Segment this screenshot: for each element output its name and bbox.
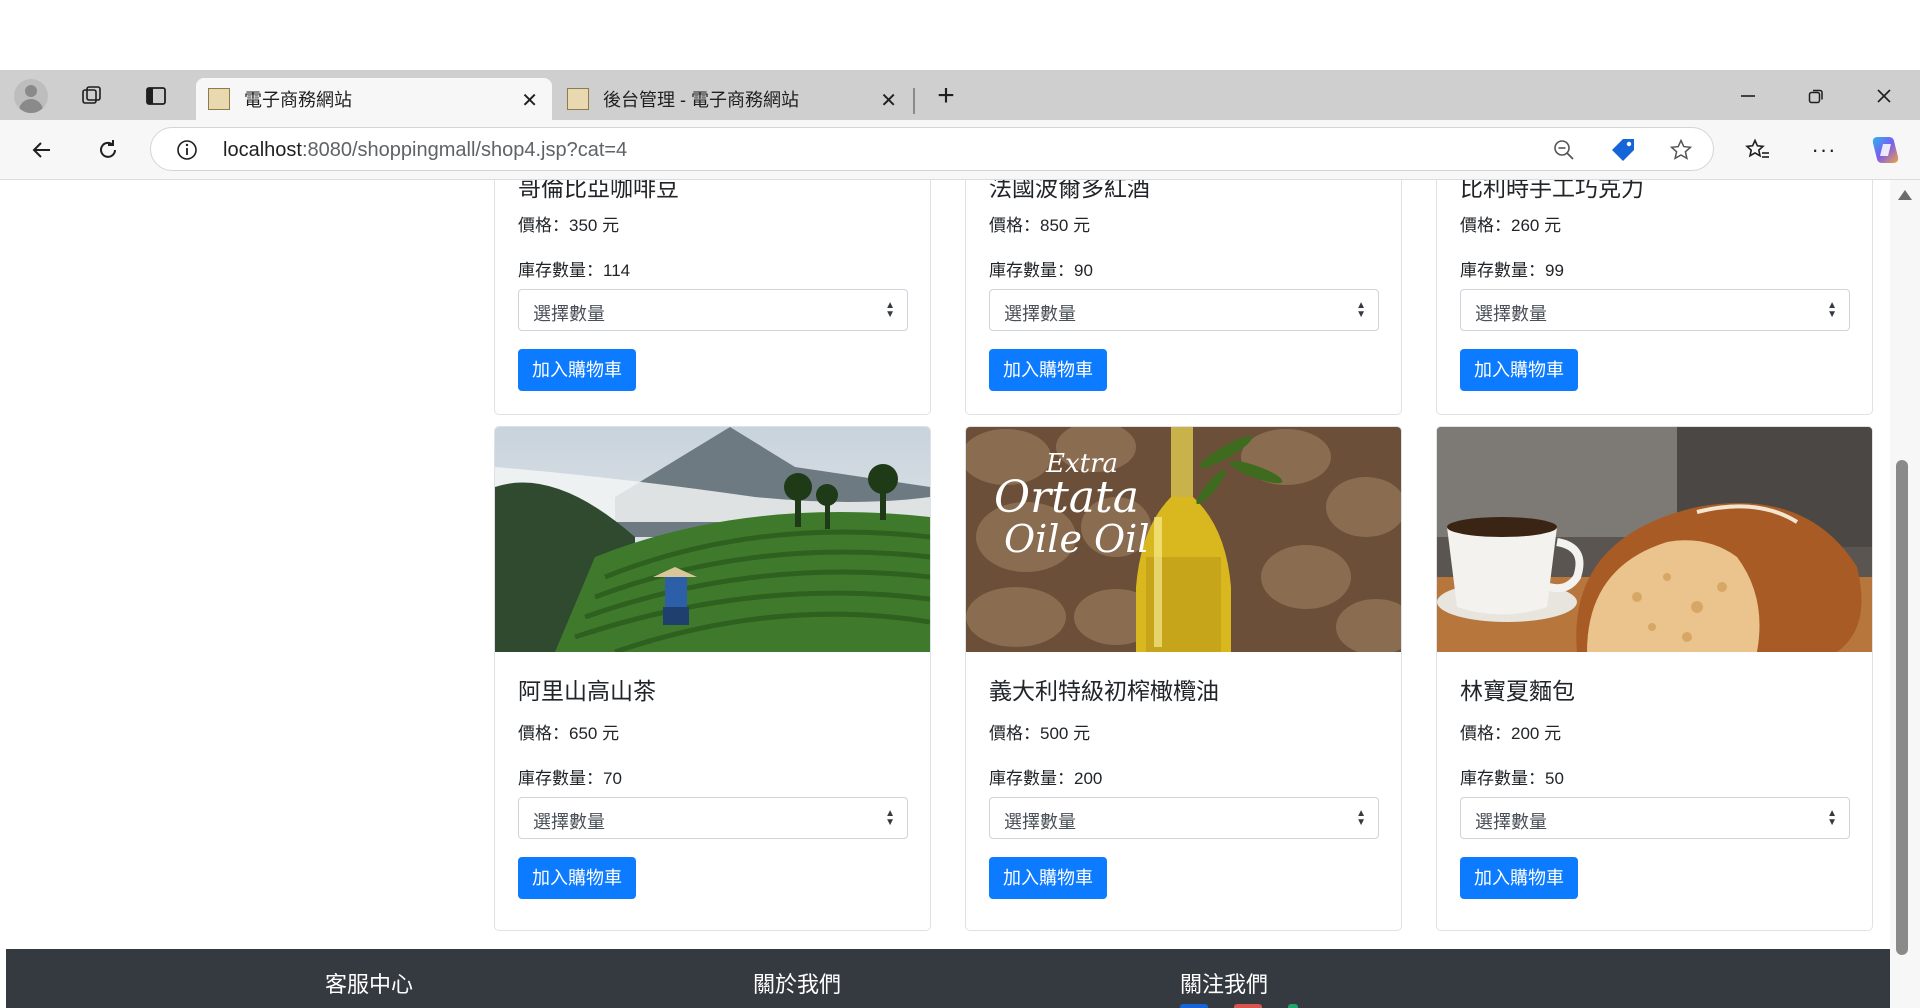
new-tab-icon[interactable]: + (930, 79, 962, 112)
back-icon[interactable] (26, 134, 58, 166)
screen-top-margin (0, 0, 1920, 70)
copilot-icon[interactable] (1868, 132, 1904, 168)
quantity-select[interactable]: 選擇數量 ▲ ▼ (989, 289, 1379, 331)
bread-coffee-image (1437, 427, 1872, 652)
product-price: 價格：650 元 (518, 724, 620, 743)
profile-icon[interactable] (14, 79, 48, 113)
scroll-up-arrow-icon[interactable] (1898, 190, 1912, 200)
olive-oil-label-text-3: Oile Oil (1004, 517, 1150, 561)
restore-icon[interactable] (1800, 80, 1832, 112)
workspaces-icon[interactable] (78, 82, 106, 110)
favorite-star-icon[interactable] (1667, 136, 1695, 164)
add-to-cart-button[interactable]: 加入購物車 (989, 349, 1107, 391)
facebook-icon[interactable] (1180, 1004, 1208, 1008)
tea-plantation-image (495, 427, 930, 652)
select-arrows-icon: ▲ ▼ (885, 300, 895, 320)
product-stock: 庫存數量：70 (518, 769, 622, 788)
browser-toolbar: localhost:8080/shoppingmall/shop4.jsp?ca… (0, 120, 1920, 180)
select-arrows-icon: ▲ ▼ (885, 808, 895, 828)
add-to-cart-button[interactable]: 加入購物車 (989, 857, 1107, 899)
shopping-tag-icon[interactable] (1609, 136, 1637, 164)
url-text: localhost:8080/shoppingmall/shop4.jsp?ca… (223, 139, 628, 161)
close-tab-icon[interactable]: ✕ (880, 88, 897, 113)
product-stock: 庫存數量：99 (1460, 261, 1564, 280)
product-price: 價格：200 元 (1460, 724, 1562, 743)
tab-title: 後台管理 - 電子商務網站 (603, 90, 799, 110)
product-card-top-1: 哥倫比亞咖啡豆 價格：350 元 庫存數量：114 選擇數量 ▲ ▼ 加入購物車 (494, 180, 931, 415)
olive-oil-image: Extra Ortata Oile Oil (966, 427, 1401, 652)
quantity-select[interactable]: 選擇數量 ▲ ▼ (1460, 289, 1850, 331)
product-card-olive-oil: Extra Ortata Oile Oil 義大利特級初榨橄欖油 價格：500 … (965, 426, 1402, 931)
product-card-tea: 阿里山高山茶 價格：650 元 庫存數量：70 選擇數量 ▲ ▼ 加入購物車 (494, 426, 931, 931)
add-to-cart-button[interactable]: 加入購物車 (1460, 857, 1578, 899)
select-arrows-icon: ▲ ▼ (1356, 808, 1366, 828)
product-stock: 庫存數量：200 (989, 769, 1103, 788)
product-price: 價格：260 元 (1460, 216, 1562, 235)
refresh-icon[interactable] (92, 134, 124, 166)
page-scrollbar[interactable] (1890, 180, 1920, 1008)
olive-oil-label-text-2: Ortata (994, 472, 1139, 523)
product-stock: 庫存數量：50 (1460, 769, 1564, 788)
quantity-select[interactable]: 選擇數量 ▲ ▼ (989, 797, 1379, 839)
address-bar[interactable]: localhost:8080/shoppingmall/shop4.jsp?ca… (150, 127, 1714, 171)
site-footer: 客服中心 關於我們 關注我們 (6, 949, 1890, 1008)
site-favicon-icon (567, 88, 589, 110)
product-name: 法國波爾多紅酒 (989, 180, 1150, 201)
tab-actions-icon[interactable] (142, 82, 170, 110)
add-to-cart-button[interactable]: 加入購物車 (518, 349, 636, 391)
product-name: 哥倫比亞咖啡豆 (518, 180, 679, 201)
product-name: 林寶夏麵包 (1460, 678, 1575, 704)
instagram-icon[interactable] (1234, 1004, 1262, 1008)
select-arrows-icon: ▲ ▼ (1356, 300, 1366, 320)
product-card-top-2: 法國波爾多紅酒 價格：850 元 庫存數量：90 選擇數量 ▲ ▼ 加入購物車 (965, 180, 1402, 415)
page-viewport: 哥倫比亞咖啡豆 價格：350 元 庫存數量：114 選擇數量 ▲ ▼ 加入購物車 法… (6, 180, 1890, 1008)
product-name: 比利時手工巧克力 (1460, 180, 1644, 201)
select-arrows-icon: ▲ ▼ (1827, 808, 1837, 828)
add-to-cart-button[interactable]: 加入購物車 (1460, 349, 1578, 391)
favorites-icon[interactable] (1742, 134, 1774, 166)
close-tab-icon[interactable]: ✕ (521, 88, 538, 113)
product-stock: 庫存數量：90 (989, 261, 1093, 280)
product-name: 義大利特級初榨橄欖油 (989, 678, 1219, 704)
product-name: 阿里山高山茶 (518, 678, 656, 704)
more-icon[interactable]: ··· (1808, 134, 1840, 166)
browser-tab-strip: 電子商務網站 ✕ 後台管理 - 電子商務網站 ✕ + (0, 70, 1920, 120)
minimize-icon[interactable] (1732, 80, 1764, 112)
footer-heading-follow: 關注我們 (1180, 972, 1269, 997)
scrollbar-thumb[interactable] (1896, 460, 1908, 955)
tab-admin[interactable]: 後台管理 - 電子商務網站 ✕ (555, 78, 911, 120)
line-icon[interactable] (1288, 1004, 1298, 1008)
tab-divider (913, 88, 915, 114)
product-price: 價格：350 元 (518, 216, 620, 235)
tab-shop[interactable]: 電子商務網站 ✕ (196, 78, 552, 120)
site-info-icon[interactable] (175, 138, 199, 162)
tab-title: 電子商務網站 (244, 90, 352, 110)
footer-heading-service: 客服中心 (325, 972, 414, 997)
product-price: 價格：500 元 (989, 724, 1091, 743)
quantity-select[interactable]: 選擇數量 ▲ ▼ (1460, 797, 1850, 839)
product-card-bread: 林寶夏麵包 價格：200 元 庫存數量：50 選擇數量 ▲ ▼ 加入購物車 (1436, 426, 1873, 931)
quantity-select[interactable]: 選擇數量 ▲ ▼ (518, 797, 908, 839)
zoom-out-icon[interactable] (1551, 137, 1577, 163)
select-arrows-icon: ▲ ▼ (1827, 300, 1837, 320)
product-card-top-3: 比利時手工巧克力 價格：260 元 庫存數量：99 選擇數量 ▲ ▼ 加入購物車 (1436, 180, 1873, 415)
product-stock: 庫存數量：114 (518, 261, 631, 280)
site-favicon-icon (208, 88, 230, 110)
add-to-cart-button[interactable]: 加入購物車 (518, 857, 636, 899)
quantity-select[interactable]: 選擇數量 ▲ ▼ (518, 289, 908, 331)
footer-heading-about: 關於我們 (753, 972, 842, 997)
product-price: 價格：850 元 (989, 216, 1091, 235)
close-window-icon[interactable] (1868, 80, 1900, 112)
